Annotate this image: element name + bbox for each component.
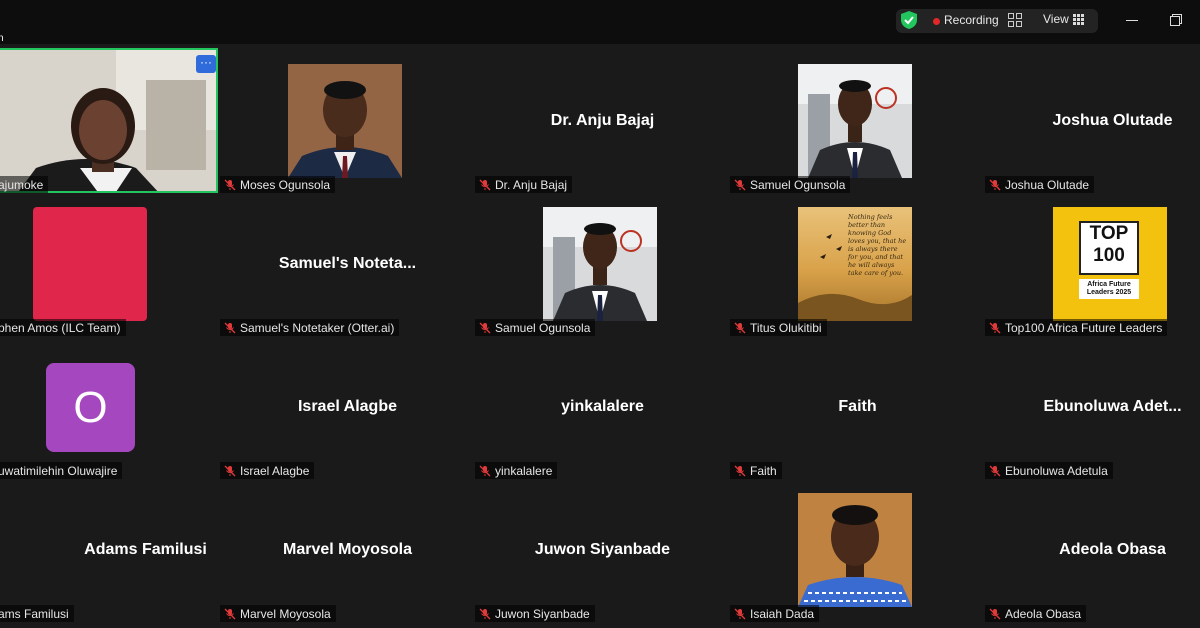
participant-name-label: Adeola Obasa (985, 605, 1087, 622)
muted-mic-icon (479, 608, 491, 619)
participant-tile[interactable]: Isaiah Dada (730, 479, 985, 622)
participant-display-name: Ebunoluwa Adet... (1043, 398, 1182, 415)
title-bar: n rkplace Recording View (0, 0, 1200, 96)
muted-mic-icon (224, 179, 236, 190)
muted-mic-icon (224, 608, 236, 619)
participant-name-label: Samuel Ogunsola (730, 176, 851, 193)
participant-photo (543, 207, 657, 321)
participant-name-label: Isaiah Dada (730, 605, 820, 622)
participant-photo (33, 207, 147, 321)
top100-logo-line2: 100 (1093, 245, 1125, 266)
restore-window-icon[interactable] (1170, 14, 1182, 26)
participant-name-label: Samuel Ogunsola (475, 319, 596, 336)
muted-mic-icon (734, 322, 746, 333)
view-grid-icon[interactable] (1073, 14, 1084, 25)
participant-photo (798, 64, 912, 178)
participant-tile[interactable]: TOP 100 Africa Future Leaders 2025 Top10… (985, 193, 1200, 336)
participant-tile[interactable]: Samuel's Noteta... Samuel's Notetaker (O… (220, 193, 475, 336)
participant-tile[interactable]: Samuel Ogunsola (730, 50, 985, 193)
participant-name-label: Ebunoluwa Adetula (985, 462, 1113, 479)
participant-tile[interactable]: Juwon Siyanbade Juwon Siyanbade (475, 479, 730, 622)
participant-photo (288, 64, 402, 178)
participant-tile[interactable]: Adams Familusi ams Familusi (0, 479, 253, 622)
participant-tile[interactable]: Moses Ogunsola (220, 50, 475, 193)
participant-name-label: Juwon Siyanbade (475, 605, 595, 622)
participant-tile[interactable]: ajumoke (0, 50, 253, 193)
participant-display-name: Adeola Obasa (1059, 541, 1166, 558)
participant-tile[interactable]: Nothing feels better than knowing God lo… (730, 193, 985, 336)
muted-mic-icon (734, 465, 746, 476)
participant-name-label: ams Familusi (0, 605, 74, 622)
muted-mic-icon (734, 179, 746, 190)
muted-mic-icon (734, 608, 746, 619)
participant-display-name: Marvel Moyosola (283, 541, 412, 558)
participant-tile[interactable]: Faith Faith (730, 336, 985, 479)
top100-logo-line1: TOP (1089, 223, 1129, 244)
participant-display-name: Joshua Olutade (1052, 112, 1173, 129)
participant-name-label: Top100 Africa Future Leaders (985, 319, 1168, 336)
participant-name-label: yinkalalere (475, 462, 558, 479)
participant-photo: Nothing feels better than knowing God lo… (798, 207, 912, 321)
muted-mic-icon (479, 465, 491, 476)
participant-tile[interactable]: phen Amos (ILC Team) (0, 193, 253, 336)
quote-text: Nothing feels better than knowing God lo… (848, 213, 907, 277)
recording-label[interactable]: Recording (944, 13, 999, 27)
participant-name-label: Marvel Moyosola (220, 605, 336, 622)
gallery-grid-icon[interactable] (1008, 13, 1022, 27)
participant-name-label: phen Amos (ILC Team) (0, 319, 126, 336)
security-shield-icon[interactable] (901, 11, 917, 29)
participant-tile[interactable]: Ebunoluwa Adet... Ebunoluwa Adetula (985, 336, 1200, 479)
muted-mic-icon (989, 608, 1001, 619)
participant-name-label: Israel Alagbe (220, 462, 315, 479)
muted-mic-icon (989, 322, 1001, 333)
participant-tile[interactable]: yinkalalere yinkalalere (475, 336, 730, 479)
muted-mic-icon (989, 465, 1001, 476)
top100-subtitle: Africa Future Leaders 2025 (1079, 279, 1139, 299)
muted-mic-icon (479, 179, 491, 190)
muted-mic-icon (224, 465, 236, 476)
participant-name-label: Dr. Anju Bajaj (475, 176, 573, 193)
recording-indicator-icon (933, 18, 940, 25)
participant-tile[interactable]: Dr. Anju Bajaj Dr. Anju Bajaj (475, 50, 730, 193)
participant-name-label: Faith (730, 462, 782, 479)
participant-tile[interactable]: Joshua Olutade Joshua Olutade (985, 50, 1200, 193)
participant-display-name: yinkalalere (561, 398, 644, 415)
participant-name-label: uwatimilehin Oluwajire (0, 462, 123, 479)
participant-name-label: ajumoke (0, 176, 49, 193)
participant-name-label: Moses Ogunsola (220, 176, 336, 193)
minimize-icon[interactable] (1126, 20, 1138, 21)
participant-name-label: Joshua Olutade (985, 176, 1095, 193)
participant-tile[interactable]: Marvel Moyosola Marvel Moyosola (220, 479, 475, 622)
participant-display-name: Faith (838, 398, 877, 415)
muted-mic-icon (479, 322, 491, 333)
participant-display-name: Dr. Anju Bajaj (550, 112, 655, 129)
muted-mic-icon (224, 322, 236, 333)
participant-photo (798, 493, 912, 607)
participant-name-label: Samuel's Notetaker (Otter.ai) (220, 319, 400, 336)
participant-photo: TOP 100 Africa Future Leaders 2025 (1053, 207, 1167, 321)
participant-name-label: Titus Olukitibi (730, 319, 827, 336)
participant-tile[interactable]: Adeola Obasa Adeola Obasa (985, 479, 1200, 622)
participant-tile[interactable]: uwatimilehin Oluwajire (0, 336, 253, 479)
participant-tile[interactable]: Israel Alagbe Israel Alagbe (220, 336, 475, 479)
participant-tile[interactable]: Samuel Ogunsola (475, 193, 730, 336)
participant-display-name: Juwon Siyanbade (534, 541, 671, 558)
muted-mic-icon (989, 179, 1001, 190)
participant-display-name: Israel Alagbe (297, 398, 397, 415)
view-button[interactable]: View (1043, 12, 1069, 26)
participant-display-name: Samuel's Noteta... (278, 255, 417, 272)
